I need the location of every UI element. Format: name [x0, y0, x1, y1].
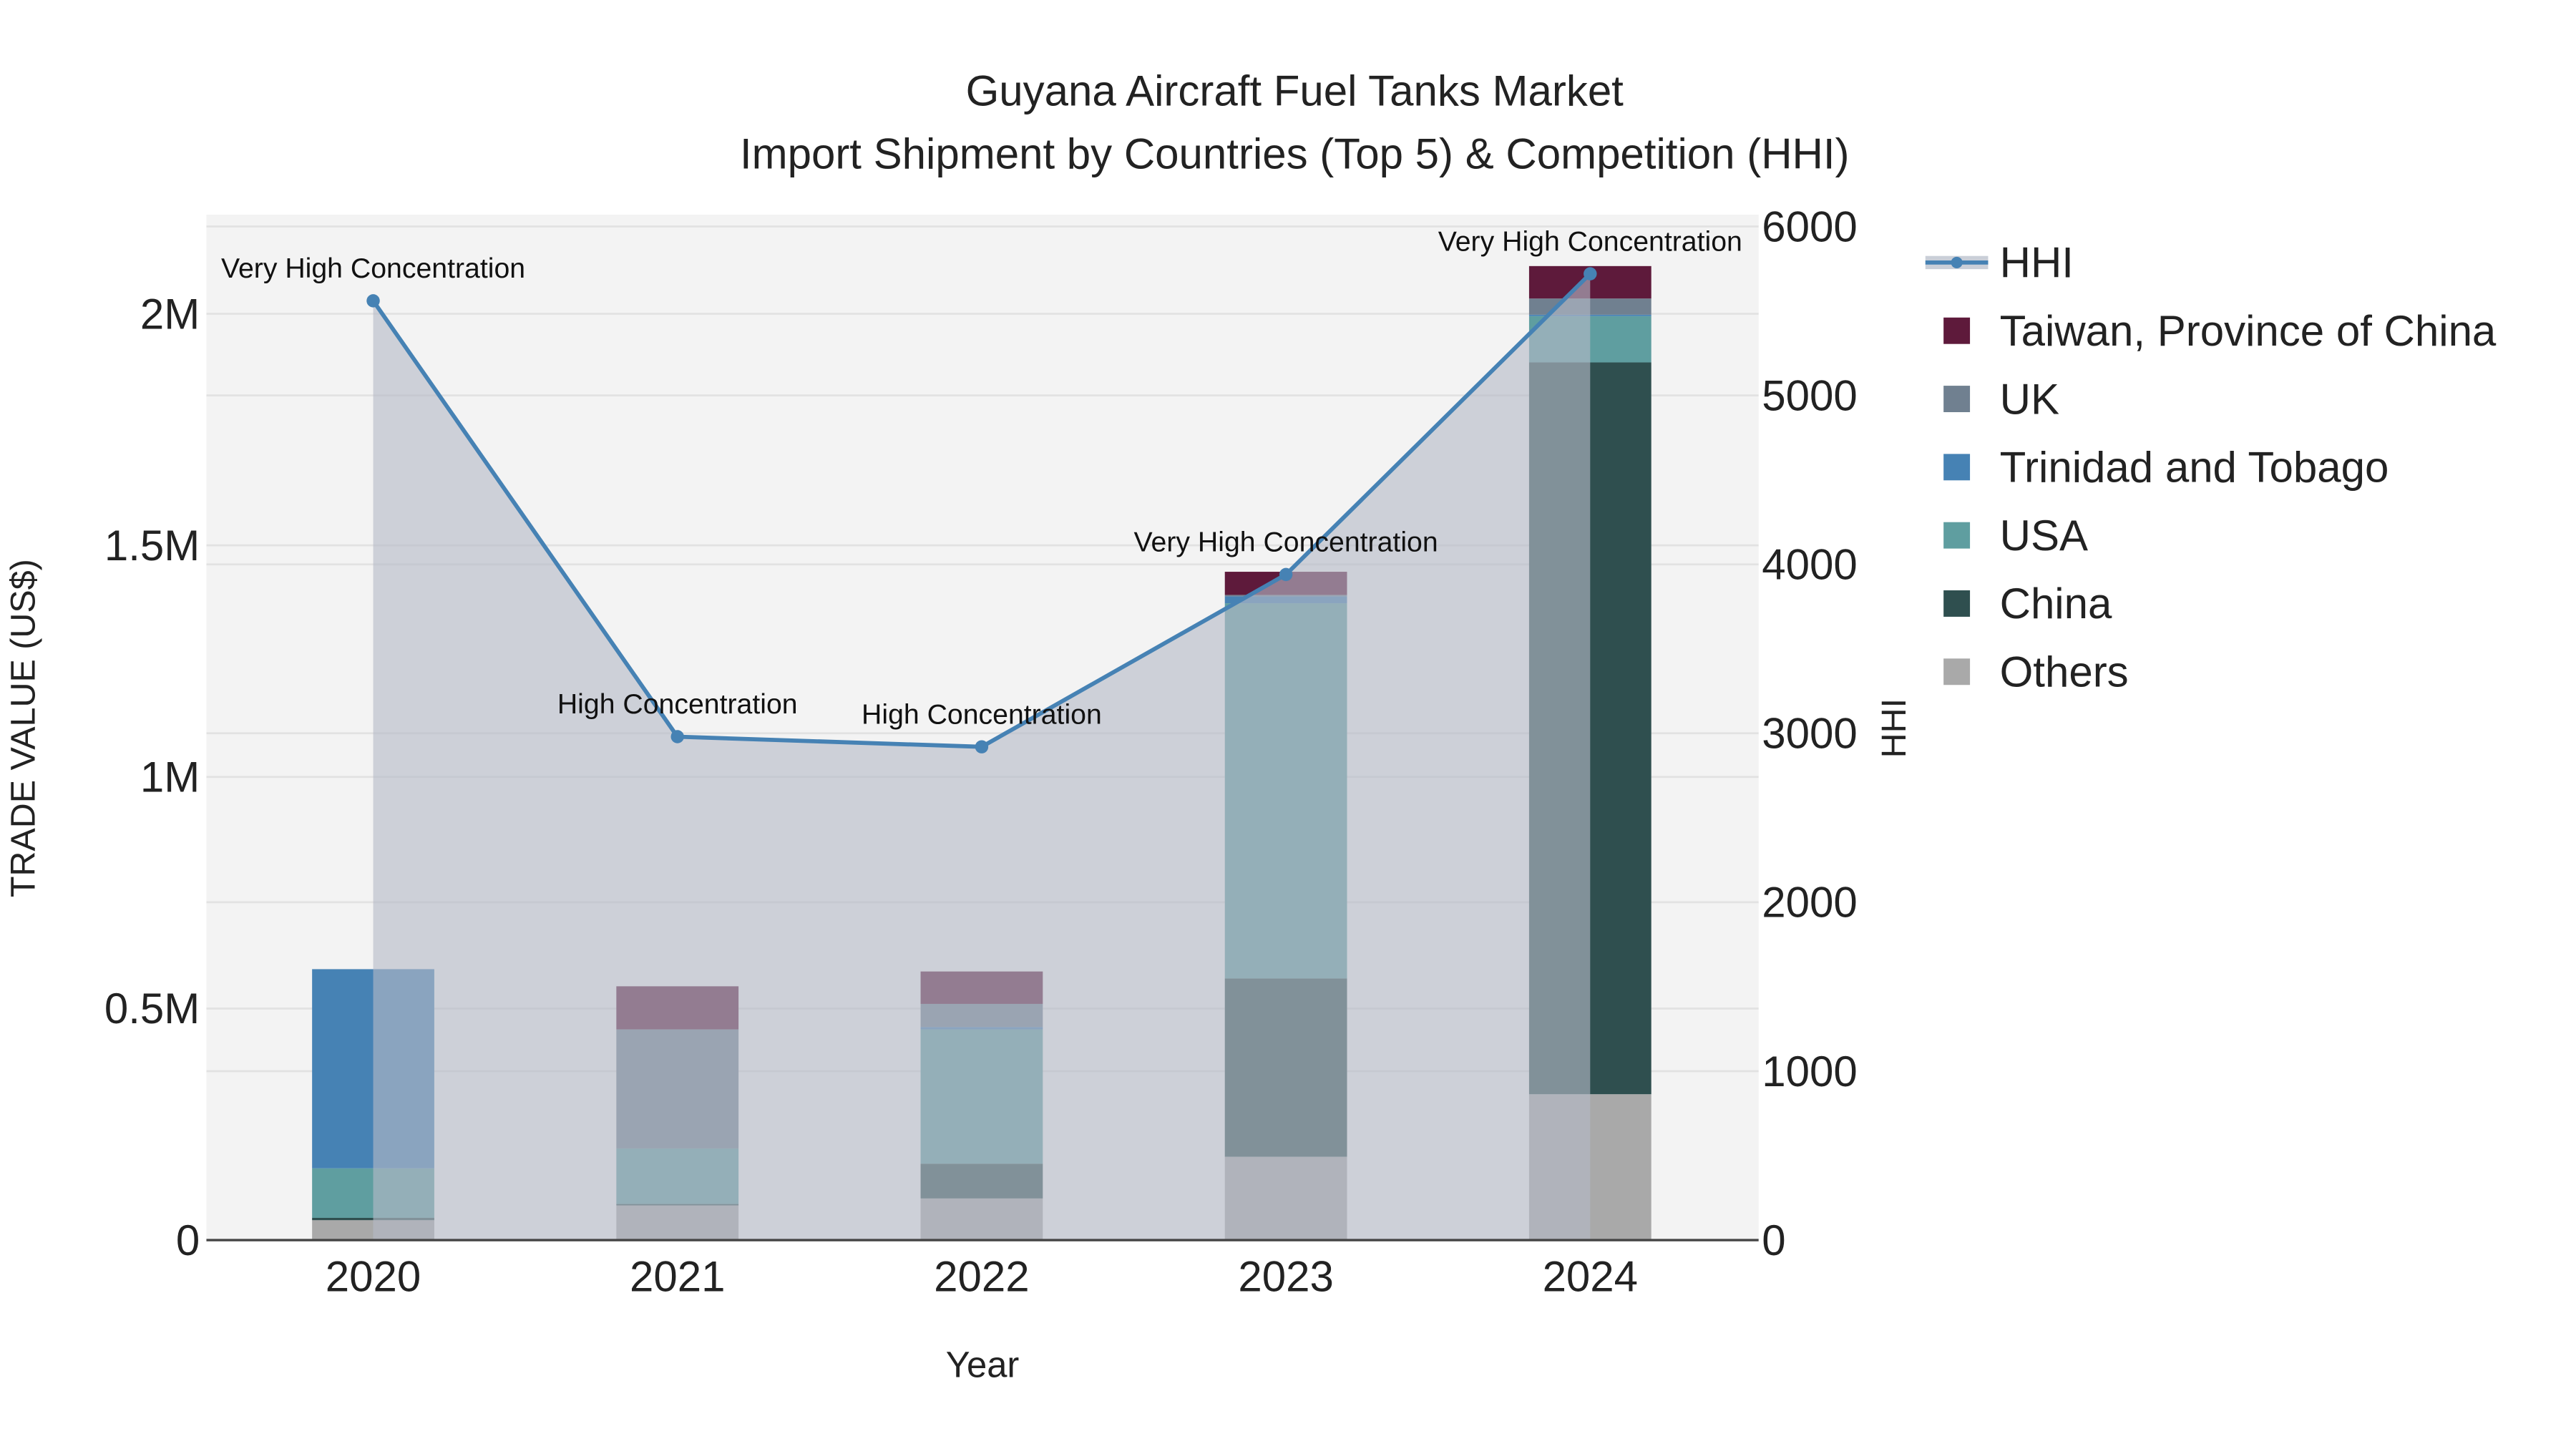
y-tick-label: 2M	[140, 290, 200, 338]
x-tick-label: 2020	[326, 1253, 421, 1301]
y2-axis-label: HHI	[1875, 698, 1913, 758]
legend-swatch	[1943, 317, 1971, 344]
chart: Guyana Aircraft Fuel Tanks Market Import…	[4, 67, 2497, 1385]
legend-item-others: Others	[1943, 648, 2129, 696]
y-tick-label: 1.5M	[104, 522, 200, 570]
legend-label: Trinidad and Tobago	[2000, 444, 2389, 492]
legend-label: HHI	[2000, 239, 2074, 287]
legend-item-uk: UK	[1943, 375, 2059, 423]
y-axis-ticks: 0 0.5M 1M 1.5M 2M	[104, 290, 200, 1264]
hhi-annotation: High Concentration	[862, 698, 1102, 730]
y-tick-label: 1M	[140, 753, 200, 801]
legend-item-hhi: HHI	[1925, 239, 2074, 287]
chart-title: Guyana Aircraft Fuel Tanks Market	[966, 67, 1624, 115]
hhi-point-2023	[1279, 567, 1293, 582]
legend-swatch-marker	[1951, 256, 1963, 268]
y-axis-label: TRADE VALUE (US$)	[4, 559, 42, 897]
legend-item-taiwan-province-of-china: Taiwan, Province of China	[1943, 307, 2497, 355]
legend-swatch	[1943, 522, 1971, 549]
x-tick-label: 2021	[630, 1253, 725, 1301]
x-axis-label: Year	[946, 1345, 1020, 1385]
y2-tick-label: 1000	[1762, 1048, 1857, 1096]
y-tick-label: 0	[176, 1216, 200, 1264]
y2-tick-label: 5000	[1762, 371, 1857, 419]
hhi-annotation: Very High Concentration	[1438, 225, 1742, 257]
chart-subtitle: Import Shipment by Countries (Top 5) & C…	[740, 130, 1850, 177]
hhi-point-2020	[366, 294, 380, 308]
hhi-annotation: Very High Concentration	[1134, 527, 1438, 558]
legend-swatch	[1943, 590, 1971, 617]
hhi-annotation: High Concentration	[557, 688, 798, 720]
legend: HHI Taiwan, Province of China UK Trinidad a…	[1925, 239, 2497, 696]
hhi-annotation: Very High Concentration	[221, 253, 525, 284]
x-tick-label: 2022	[934, 1253, 1029, 1301]
y2-tick-label: 2000	[1762, 879, 1857, 927]
legend-label: USA	[2000, 512, 2088, 560]
legend-swatch	[1943, 454, 1971, 481]
legend-label: UK	[2000, 375, 2059, 423]
hhi-point-2022	[975, 740, 989, 753]
hhi-point-2024	[1584, 267, 1597, 280]
y2-tick-label: 4000	[1762, 540, 1857, 588]
x-tick-label: 2024	[1543, 1253, 1638, 1301]
legend-label: Taiwan, Province of China	[2000, 307, 2497, 355]
legend-swatch	[1943, 658, 1971, 686]
y2-tick-label: 3000	[1762, 710, 1857, 758]
legend-label: Others	[2000, 648, 2129, 696]
y2-tick-label: 6000	[1762, 203, 1857, 250]
x-axis-ticks: 2020 2021 2022 2023 2024	[326, 1253, 1638, 1301]
y2-axis-ticks: 0 1000 2000 3000 4000 5000 6000	[1762, 203, 1857, 1264]
hhi-point-2021	[670, 730, 684, 743]
legend-item-china: China	[1943, 580, 2112, 628]
legend-label: China	[2000, 580, 2112, 628]
y2-tick-label: 0	[1762, 1216, 1785, 1264]
legend-item-usa: USA	[1943, 512, 2088, 560]
legend-item-trinidad-and-tobago: Trinidad and Tobago	[1943, 444, 2389, 492]
x-tick-label: 2023	[1238, 1253, 1333, 1301]
y-tick-label: 0.5M	[104, 985, 200, 1033]
legend-swatch	[1943, 386, 1971, 412]
